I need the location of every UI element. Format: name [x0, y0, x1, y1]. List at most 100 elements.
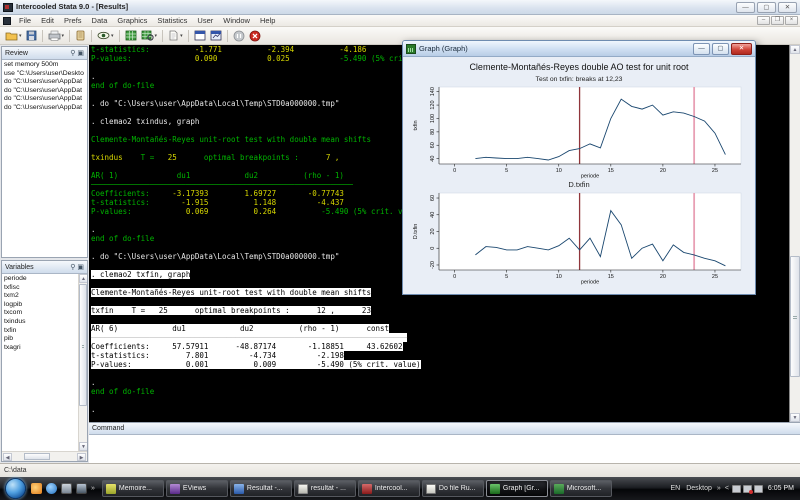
pause-button[interactable] [232, 29, 246, 43]
menu-prefs[interactable]: Prefs [59, 15, 87, 27]
scroll-down-arrow[interactable]: ▼ [790, 413, 800, 422]
variable-item[interactable]: periode [4, 275, 77, 284]
open-dropdown-arrow[interactable]: ▾ [19, 33, 22, 39]
viewer-button[interactable]: ▾ [96, 29, 115, 43]
results-vertical-scrollbar[interactable]: ▲ ▼ [789, 45, 800, 422]
variables-horizontal-scrollbar[interactable]: ◀ ▶ [2, 451, 87, 461]
float-icon[interactable]: ▣ [77, 262, 84, 273]
mdi-close-button[interactable]: × [785, 16, 798, 25]
review-item[interactable]: do "C:\Users\user\AppDat [4, 104, 85, 113]
review-item[interactable]: do "C:\Users\user\AppDat [4, 95, 85, 104]
begin-log-button[interactable] [74, 29, 87, 43]
print-button[interactable]: ▾ [47, 29, 66, 43]
close-button[interactable]: ✕ [778, 2, 797, 13]
command-input[interactable] [89, 435, 800, 463]
menu-file[interactable]: File [14, 15, 36, 27]
graph-maximize-button[interactable]: ▢ [712, 43, 729, 55]
minimize-button[interactable]: — [736, 2, 755, 13]
taskbar-button-intercooled-stata[interactable]: Intercool... [358, 480, 420, 497]
variable-item[interactable]: txm2 [4, 292, 77, 301]
pin-icon[interactable]: ⚲ [70, 48, 75, 59]
data-browser-button[interactable]: ▾ [140, 29, 159, 43]
variables-panel-header[interactable]: Variables ⚲ ▣ [2, 261, 87, 274]
bring-results-to-front-button[interactable] [193, 29, 207, 43]
variable-item[interactable]: logpib [4, 301, 77, 310]
stata-icon [362, 484, 372, 494]
taskbar-button-resultat-word[interactable]: Resultat -... [230, 480, 292, 497]
graph-window-titlebar[interactable]: Graph (Graph) — ▢ ✕ [403, 41, 755, 57]
menu-statistics[interactable]: Statistics [152, 15, 192, 27]
mdi-restore-button[interactable]: ❐ [771, 16, 784, 25]
review-item[interactable]: do "C:\Users\user\AppDat [4, 87, 85, 96]
scroll-up-arrow[interactable]: ▲ [790, 45, 800, 54]
scroll-left-arrow[interactable]: ◀ [3, 453, 12, 461]
language-indicator[interactable]: EN [671, 485, 681, 492]
mdi-minimize-button[interactable]: – [757, 16, 770, 25]
start-button[interactable] [5, 478, 26, 499]
menu-data[interactable]: Data [87, 15, 113, 27]
variable-item[interactable]: txfin [4, 327, 77, 336]
open-button[interactable]: ▾ [4, 29, 23, 43]
taskbar-button-graph[interactable]: Graph [Gr... [486, 480, 548, 497]
data-browser-dropdown-arrow[interactable]: ▾ [155, 33, 158, 39]
command-window-header[interactable]: Command [89, 423, 800, 435]
viewer-dropdown-arrow[interactable]: ▾ [111, 33, 114, 39]
menu-window[interactable]: Window [218, 15, 255, 27]
do-file-dropdown-arrow[interactable]: ▾ [180, 33, 183, 39]
taskbar-button-eviews[interactable]: EViews [166, 480, 228, 497]
variable-item[interactable]: txindus [4, 318, 77, 327]
bring-graph-to-front-button[interactable] [209, 29, 223, 43]
variables-list: periode txfisc txm2 logpib txcom txindus… [2, 274, 87, 451]
mdi-window-buttons: – ❐ × [756, 16, 798, 25]
review-item[interactable]: use "C:\Users\user\Deskto [4, 70, 85, 79]
menu-graphics[interactable]: Graphics [112, 15, 152, 27]
taskbar-button-memoire[interactable]: Memoire... [102, 480, 164, 497]
taskbar-button-do-file[interactable]: Do file Ru... [422, 480, 484, 497]
variable-item[interactable]: txagri [4, 344, 77, 353]
quick-launch-icon-1[interactable] [31, 483, 42, 494]
review-item[interactable]: do "C:\Users\user\AppDat [4, 78, 85, 87]
window-title: Intercooled Stata 9.0 - [Results] [16, 0, 734, 14]
variables-panel-title: Variables [5, 264, 68, 271]
review-item[interactable]: set memory 500m [4, 61, 85, 70]
variable-item[interactable]: txcom [4, 309, 77, 318]
scroll-down-arrow[interactable]: ▼ [79, 442, 87, 451]
stata-titlebar[interactable]: Intercooled Stata 9.0 - [Results] — ▢ ✕ [0, 0, 800, 15]
variables-vertical-scrollbar[interactable]: ▲ ▼ [78, 274, 87, 451]
save-button[interactable] [25, 29, 38, 43]
variable-item[interactable]: txfisc [4, 284, 77, 293]
stata-app-icon [3, 3, 13, 12]
svg-text:0: 0 [453, 168, 456, 174]
quick-launch-overflow-chevron[interactable]: » [91, 485, 95, 492]
desktop-toolbar-chevron[interactable]: » [717, 485, 721, 492]
network-disconnected-icon[interactable] [743, 485, 752, 493]
internet-explorer-icon[interactable] [46, 483, 57, 494]
menu-user[interactable]: User [192, 15, 218, 27]
taskbar-button-excel[interactable]: Microsoft... [550, 480, 612, 497]
pin-icon[interactable]: ⚲ [70, 262, 75, 273]
graph-close-button[interactable]: ✕ [731, 43, 752, 55]
show-desktop-icon[interactable] [61, 483, 72, 494]
data-editor-button[interactable] [124, 29, 138, 43]
switch-windows-icon[interactable] [76, 483, 87, 494]
variable-item[interactable]: pib [4, 335, 77, 344]
menu-help[interactable]: Help [255, 15, 280, 27]
scroll-up-arrow[interactable]: ▲ [79, 274, 87, 283]
break-button[interactable] [248, 29, 262, 43]
menu-edit[interactable]: Edit [36, 15, 59, 27]
maximize-button[interactable]: ▢ [757, 2, 776, 13]
display-tray-icon[interactable] [732, 485, 741, 493]
hidden-icons-chevron[interactable]: < [725, 485, 729, 492]
do-file-editor-button[interactable]: ▾ [167, 29, 184, 43]
graph-window[interactable]: Graph (Graph) — ▢ ✕ Clemente-Montañés-Re… [402, 40, 756, 295]
working-directory: C:\data [4, 467, 27, 474]
do-file-icon [426, 484, 436, 494]
desktop-toolbar-label[interactable]: Desktop [686, 485, 712, 492]
scroll-right-arrow[interactable]: ▶ [77, 453, 86, 461]
review-panel-header[interactable]: Review ⚲ ▣ [2, 47, 87, 60]
taskbar-button-resultat-text[interactable]: resultat - ... [294, 480, 356, 497]
graph-minimize-button[interactable]: — [693, 43, 710, 55]
volume-icon[interactable] [754, 485, 763, 493]
print-dropdown-arrow[interactable]: ▾ [62, 33, 65, 39]
float-icon[interactable]: ▣ [77, 48, 84, 59]
